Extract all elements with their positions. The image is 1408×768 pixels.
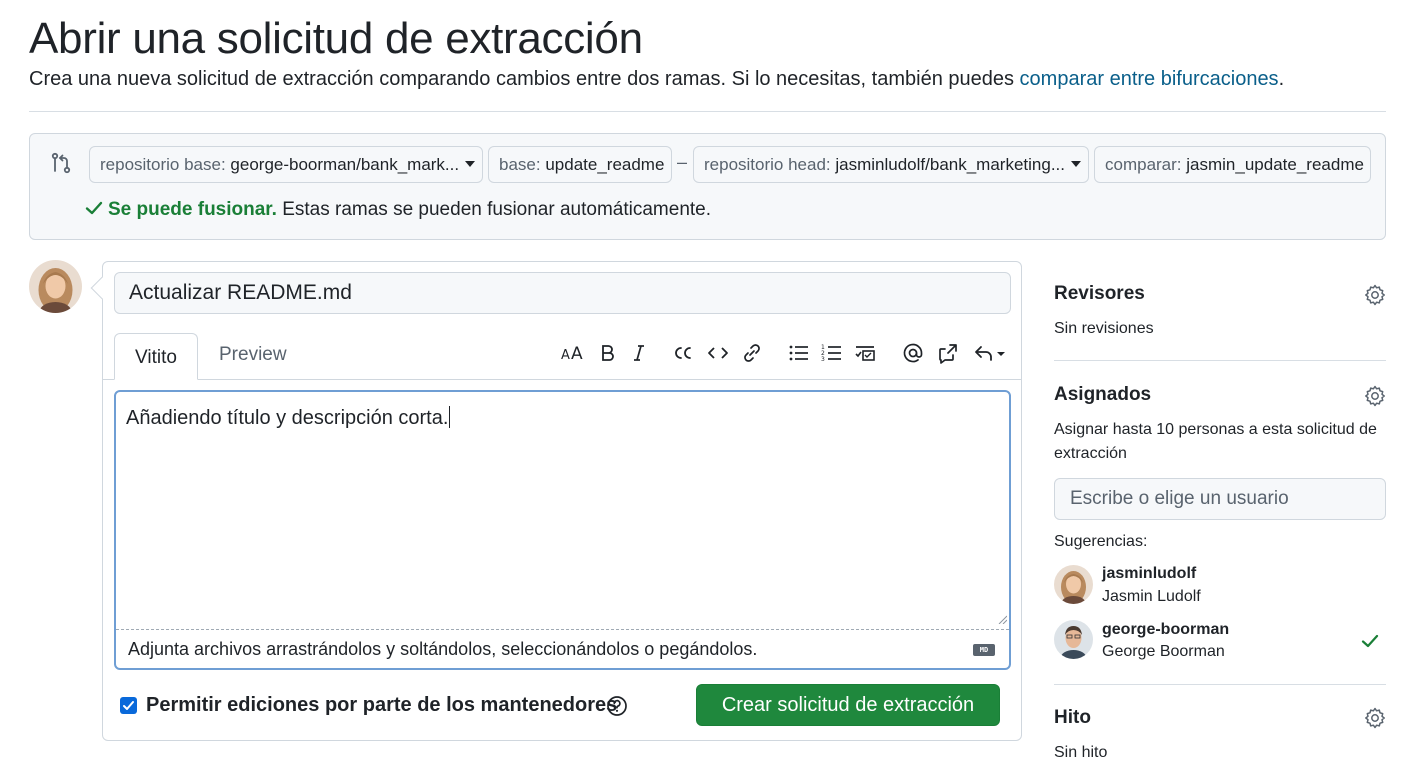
svg-text:A: A xyxy=(571,344,583,363)
undo-icon[interactable] xyxy=(972,341,1008,365)
maintainer-edits-checkbox[interactable] xyxy=(120,697,137,714)
svg-text:3: 3 xyxy=(821,356,825,363)
base-repository-select[interactable]: repositorio base: george-boorman/bank_ma… xyxy=(89,146,483,183)
sidebar-divider xyxy=(1054,360,1386,361)
merge-description: Estas ramas se pueden fusionar automátic… xyxy=(276,199,712,220)
avatar[interactable] xyxy=(1054,565,1093,604)
gear-icon[interactable] xyxy=(1364,385,1386,407)
gear-icon[interactable] xyxy=(1364,284,1386,306)
suggestions-label: Sugerencias: xyxy=(1054,533,1148,550)
question-icon[interactable] xyxy=(606,695,628,717)
gear-icon[interactable] xyxy=(1364,707,1386,729)
check-icon xyxy=(85,201,103,215)
caret-down-icon xyxy=(1071,160,1081,167)
reference-icon[interactable] xyxy=(936,341,960,365)
heading-icon[interactable]: AA xyxy=(561,341,585,365)
head-repository-value: jasminludolf/bank_marketing... xyxy=(835,155,1065,174)
subtitle-text: Crea una nueva solicitud de extracción c… xyxy=(29,68,1020,90)
checkmark-icon xyxy=(123,701,134,710)
author-avatar[interactable] xyxy=(29,260,82,313)
sidebar-divider xyxy=(1054,684,1386,685)
suggestion-login[interactable]: jasminludolf xyxy=(1102,565,1196,583)
italic-icon[interactable] xyxy=(627,341,651,365)
avatar[interactable] xyxy=(1054,620,1093,659)
reviewers-heading[interactable]: Revisores xyxy=(1054,283,1145,305)
compare-branch-label: comparar: xyxy=(1105,155,1182,174)
description-text: Añadiendo título y descripción corta. xyxy=(126,406,451,430)
reviewers-value: Sin revisiones xyxy=(1054,320,1154,337)
head-repository-select[interactable]: repositorio head: jasminludolf/bank_mark… xyxy=(693,146,1089,183)
milestone-heading[interactable]: Hito xyxy=(1054,707,1091,729)
assignees-description: Asignar hasta 10 personas a esta solicit… xyxy=(1054,421,1377,462)
base-branch-label: base: xyxy=(499,155,541,174)
header-divider xyxy=(29,111,1386,112)
svg-text:A: A xyxy=(561,348,570,363)
quote-icon[interactable] xyxy=(671,341,695,365)
create-pull-request-button[interactable]: Crear solicitud de extracción xyxy=(696,684,1000,726)
assignees-heading[interactable]: Asignados xyxy=(1054,384,1151,406)
task-list-icon[interactable] xyxy=(853,341,877,365)
tab-bar-border xyxy=(103,379,1021,380)
description-textarea[interactable]: Añadiendo título y descripción corta. Ad… xyxy=(114,390,1011,670)
bold-icon[interactable] xyxy=(595,341,619,365)
compare-box: repositorio base: george-boorman/bank_ma… xyxy=(29,133,1386,240)
mention-icon[interactable] xyxy=(901,341,925,365)
compare-branch-select[interactable]: comparar: jasmin_update_readme xyxy=(1094,146,1371,183)
code-icon[interactable] xyxy=(706,341,730,365)
assignee-search-input[interactable] xyxy=(1054,478,1386,520)
suggestion-name: George Boorman xyxy=(1102,643,1225,660)
base-branch-value: update_readme xyxy=(545,155,665,174)
suggestion-login[interactable]: george-boorman xyxy=(1102,621,1229,639)
page-subtitle: Crea una nueva solicitud de extracción c… xyxy=(29,68,1284,91)
tab-write[interactable]: Vitito xyxy=(114,333,198,380)
ordered-list-icon[interactable]: 123 xyxy=(820,341,844,365)
branch-separator: – xyxy=(677,152,688,172)
text-cursor xyxy=(449,406,451,428)
git-compare-icon xyxy=(51,152,71,174)
merge-status: Se puede fusionar. Estas ramas se pueden… xyxy=(84,198,711,221)
title-input[interactable] xyxy=(114,272,1011,314)
base-branch-select[interactable]: base: update_readme xyxy=(488,146,672,183)
tab-preview[interactable]: Preview xyxy=(219,344,287,366)
attach-files-hint[interactable]: Adjunta archivos arrastrándolos y soltán… xyxy=(128,639,757,660)
merge-ok-text: Se puede fusionar. xyxy=(108,199,277,220)
subtitle-end: . xyxy=(1278,68,1285,90)
link-icon[interactable] xyxy=(740,341,764,365)
base-repository-value: george-boorman/bank_mark... xyxy=(230,155,460,174)
suggestion-name: Jasmin Ludolf xyxy=(1102,588,1201,605)
check-icon xyxy=(1361,634,1379,648)
unordered-list-icon[interactable] xyxy=(787,341,811,365)
head-repository-label: repositorio head: xyxy=(704,155,831,174)
base-repository-label: repositorio base: xyxy=(100,155,226,174)
milestone-value: Sin hito xyxy=(1054,744,1108,761)
maintainer-edits-label[interactable]: Permitir ediciones por parte de los mant… xyxy=(146,694,617,717)
page-title: Abrir una solicitud de extracción xyxy=(29,14,643,63)
resize-handle-icon[interactable] xyxy=(997,614,1007,624)
caret-down-icon xyxy=(465,160,476,167)
compare-forks-link[interactable]: comparar entre bifurcaciones xyxy=(1020,68,1279,90)
description-value: Añadiendo título y descripción corta. xyxy=(126,407,449,429)
markdown-icon: MD xyxy=(973,644,995,656)
compare-branch-value: jasmin_update_readme xyxy=(1186,155,1364,174)
attachment-divider xyxy=(116,629,1009,630)
